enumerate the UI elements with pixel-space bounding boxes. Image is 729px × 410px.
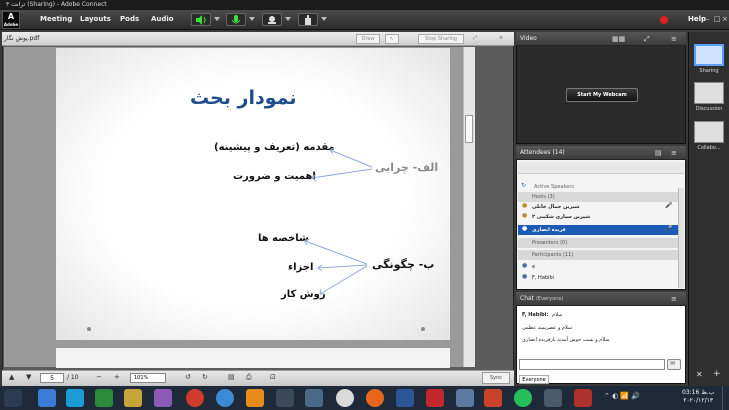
zoom-in-icon[interactable]: + [114, 373, 120, 381]
slide-decor-dot [421, 327, 425, 331]
attendee-host-selected[interactable]: فریده انصاری [518, 225, 678, 235]
pdf-reader-icon[interactable] [426, 389, 444, 407]
page-total: / 10 [67, 374, 79, 381]
user-icon: ● [522, 225, 528, 232]
microphone-status-icon: 🎤 [665, 202, 673, 209]
active-speakers-icon: ↻ [521, 182, 527, 189]
system-tray-icons[interactable]: ⌃ ◐ 📶 🔊 [604, 392, 640, 400]
hosts-group[interactable]: Hosts (3) [518, 192, 678, 202]
pod-options-icon[interactable]: ≡ [671, 35, 677, 43]
app-icon[interactable] [456, 389, 474, 407]
zoom-out-icon[interactable]: − [96, 373, 102, 381]
print-icon[interactable]: ⎙ [246, 373, 252, 382]
layout-discussion-thumbnail[interactable] [694, 82, 724, 104]
video-pod-title: Video [520, 35, 537, 42]
chat-message: سلام و نسب خوش آمدید بازفریده انصاری [522, 337, 610, 343]
app-icon[interactable] [186, 389, 204, 407]
start-webcam-button[interactable]: Start My Webcam [566, 88, 638, 102]
document-icon[interactable]: ▤ [228, 373, 235, 381]
pod-options-icon[interactable]: ≡ [671, 149, 677, 157]
app-icon[interactable] [544, 389, 562, 407]
attendee-host[interactable]: شیرین سیاری شکیبی ۲ [518, 212, 678, 222]
attendees-toolbar [518, 162, 684, 174]
chat-pod-header: Chat (Everyone) [516, 292, 686, 306]
attendees-count: (14) [552, 149, 565, 156]
attendee-host[interactable]: شیرین جمال خانلی [518, 202, 678, 212]
attendees-scrollbar[interactable] [678, 188, 684, 288]
layout-sharing-thumbnail[interactable] [694, 44, 724, 66]
collapse-icon[interactable]: ✕ [696, 370, 703, 379]
chrome-icon[interactable] [336, 389, 354, 407]
video-grid-icon[interactable]: ▦▦ [612, 35, 625, 43]
chat-tab-everyone[interactable]: Everyone [519, 375, 549, 384]
app-icon[interactable] [305, 389, 323, 407]
chat-bubble-icon: ✉ [670, 360, 676, 367]
fit-page-icon[interactable]: ⊡ [270, 373, 276, 381]
vlc-icon[interactable] [246, 389, 264, 407]
microphone-status-icon: 🎤 [665, 225, 673, 232]
prev-page-icon[interactable]: ▲ [9, 373, 14, 381]
chat-scope: (Everyone) [535, 296, 564, 302]
app-icon[interactable] [154, 389, 172, 407]
chat-message-input[interactable] [519, 359, 665, 370]
pod-options-icon[interactable]: ≡ [671, 295, 677, 303]
app-icon[interactable] [66, 389, 84, 407]
taskbar-time: 03:16 ب.ظ [682, 389, 715, 396]
attendees-title: Attendees [520, 149, 551, 156]
whatsapp-icon[interactable] [514, 389, 532, 407]
app-icon[interactable] [38, 389, 56, 407]
video-pod-header: Video [516, 32, 686, 46]
active-speakers-label: Active Speakers [534, 184, 574, 190]
attendees-view-icon[interactable]: ▤ [655, 149, 662, 157]
rotate-left-icon[interactable]: ↺ [185, 373, 191, 381]
attendee-participant[interactable]: F, Habibi [518, 273, 678, 283]
rotate-right-icon[interactable]: ↻ [202, 373, 208, 381]
app-icon[interactable] [276, 389, 294, 407]
add-layout-icon[interactable]: + [713, 369, 721, 379]
word-icon[interactable] [396, 389, 414, 407]
app-icon[interactable] [574, 389, 592, 407]
windows-start-icon[interactable] [4, 389, 22, 407]
slide-decor-dot [87, 327, 91, 331]
user-icon: ● [522, 262, 528, 269]
app-icon[interactable] [95, 389, 113, 407]
show-desktop-button[interactable] [722, 386, 729, 410]
chat-title: Chat [520, 295, 535, 302]
page-number-input[interactable]: 5 [40, 373, 64, 383]
chat-sender: F, Habibi: [522, 312, 549, 318]
layout-collaboration-label[interactable]: Collabo... [690, 145, 728, 151]
user-icon: ● [522, 212, 528, 219]
powerpoint-icon[interactable] [484, 389, 502, 407]
layout-discussion-label[interactable]: Discussion [690, 106, 728, 112]
taskbar-date: ۲۰۲۰/۱۲/۱۳ [683, 397, 714, 404]
chat-message: سلام و عصرتمند عظمی [522, 325, 573, 331]
sync-button[interactable]: Sync [482, 372, 510, 384]
presenters-group[interactable]: Presenters (0) [518, 238, 678, 248]
taskbar-clock[interactable]: 03:16 ب.ظ ۲۰۲۰/۱۲/۱۳ [682, 389, 714, 405]
firefox-icon[interactable] [366, 389, 384, 407]
app-icon[interactable] [124, 389, 142, 407]
layout-sharing-label[interactable]: Sharing [690, 68, 728, 74]
attendee-participant[interactable]: e [518, 262, 678, 272]
app-icon[interactable] [216, 389, 234, 407]
zoom-select[interactable]: 101% [130, 373, 166, 383]
chat-message: سلام [552, 312, 563, 318]
next-page-icon[interactable]: ▼ [26, 373, 31, 381]
fullscreen-icon[interactable]: ⤢ [644, 35, 650, 44]
layout-collaboration-thumbnail[interactable] [694, 121, 724, 143]
user-icon: ● [522, 273, 528, 280]
user-icon: ● [522, 202, 528, 209]
participants-group[interactable]: Participants (11) [518, 250, 678, 260]
